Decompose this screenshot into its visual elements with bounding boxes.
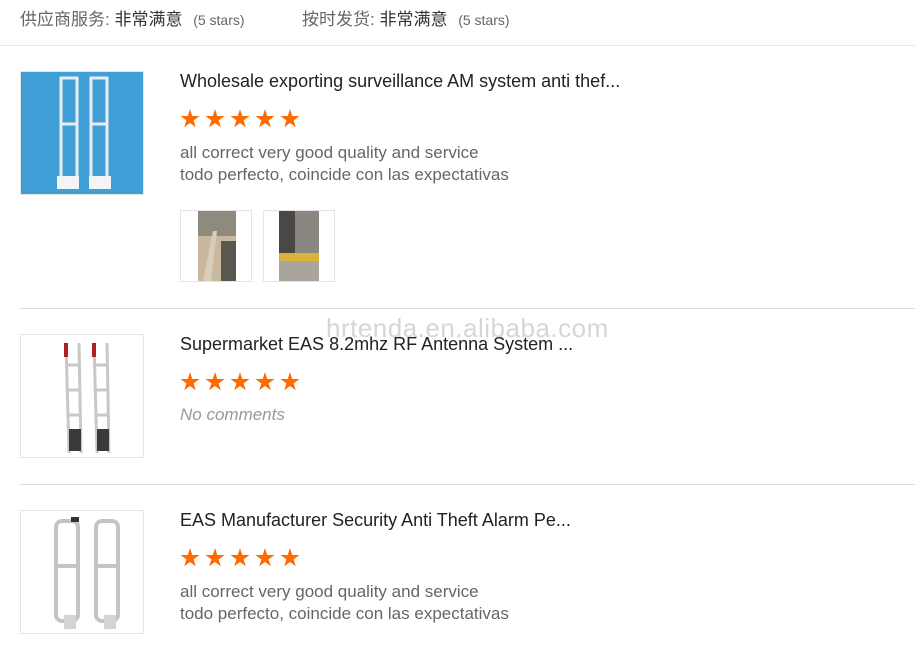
product-thumbnail[interactable] [20, 510, 144, 634]
rating-label: 按时发货: [302, 10, 375, 29]
review-photo-image [181, 211, 251, 281]
comment-line: all correct very good quality and servic… [180, 582, 479, 601]
product-title-link[interactable]: EAS Manufacturer Security Anti Theft Ala… [180, 510, 571, 531]
star-icon [280, 372, 300, 391]
comment-line: No comments [180, 405, 285, 424]
rating-label: 供应商服务: [20, 10, 110, 29]
star-icon [180, 109, 200, 128]
review-stars [180, 372, 305, 394]
rating-stars-text: (5 stars) [193, 12, 245, 28]
star-icon [205, 548, 225, 567]
star-icon [180, 548, 200, 567]
product-thumbnail[interactable] [20, 71, 144, 195]
on-time-delivery-rating: 按时发货: 非常满意 (5 stars) [302, 5, 510, 30]
review-divider [20, 308, 915, 309]
star-icon [230, 548, 250, 567]
supplier-service-rating: 供应商服务: 非常满意 (5 stars) [20, 5, 245, 30]
rating-value: 非常满意 [114, 10, 183, 29]
star-icon [255, 548, 275, 567]
review-stars [180, 109, 305, 131]
review-divider [20, 484, 915, 485]
antenna-gate-image [21, 335, 143, 457]
star-icon [205, 109, 225, 128]
rating-value: 非常满意 [379, 10, 448, 29]
review-comment: all correct very good quality and servic… [180, 581, 509, 625]
star-icon [230, 109, 250, 128]
seller-rating-bar: 供应商服务: 非常满意 (5 stars) 按时发货: 非常满意 (5 star… [0, 0, 915, 46]
star-icon [280, 109, 300, 128]
product-title-link[interactable]: Wholesale exporting surveillance AM syst… [180, 71, 620, 92]
antenna-gate-image [21, 511, 143, 633]
watermark: hrtenda.en.alibaba.com [326, 313, 609, 343]
review-stars [180, 548, 305, 570]
star-icon [230, 372, 250, 391]
product-thumbnail[interactable] [20, 334, 144, 458]
review-photo[interactable] [263, 210, 335, 282]
antenna-gate-image [21, 72, 143, 194]
comment-line: todo perfecto, coincide con las expectat… [180, 165, 509, 184]
review-comment: all correct very good quality and servic… [180, 142, 509, 186]
star-icon [255, 372, 275, 391]
rating-stars-text: (5 stars) [458, 12, 510, 28]
star-icon [255, 109, 275, 128]
review-photo-image [264, 211, 334, 281]
comment-line: todo perfecto, coincide con las expectat… [180, 604, 509, 623]
star-icon [280, 548, 300, 567]
review-photo[interactable] [180, 210, 252, 282]
comment-line: all correct very good quality and servic… [180, 143, 479, 162]
star-icon [180, 372, 200, 391]
star-icon [205, 372, 225, 391]
review-comment: No comments [180, 404, 285, 426]
